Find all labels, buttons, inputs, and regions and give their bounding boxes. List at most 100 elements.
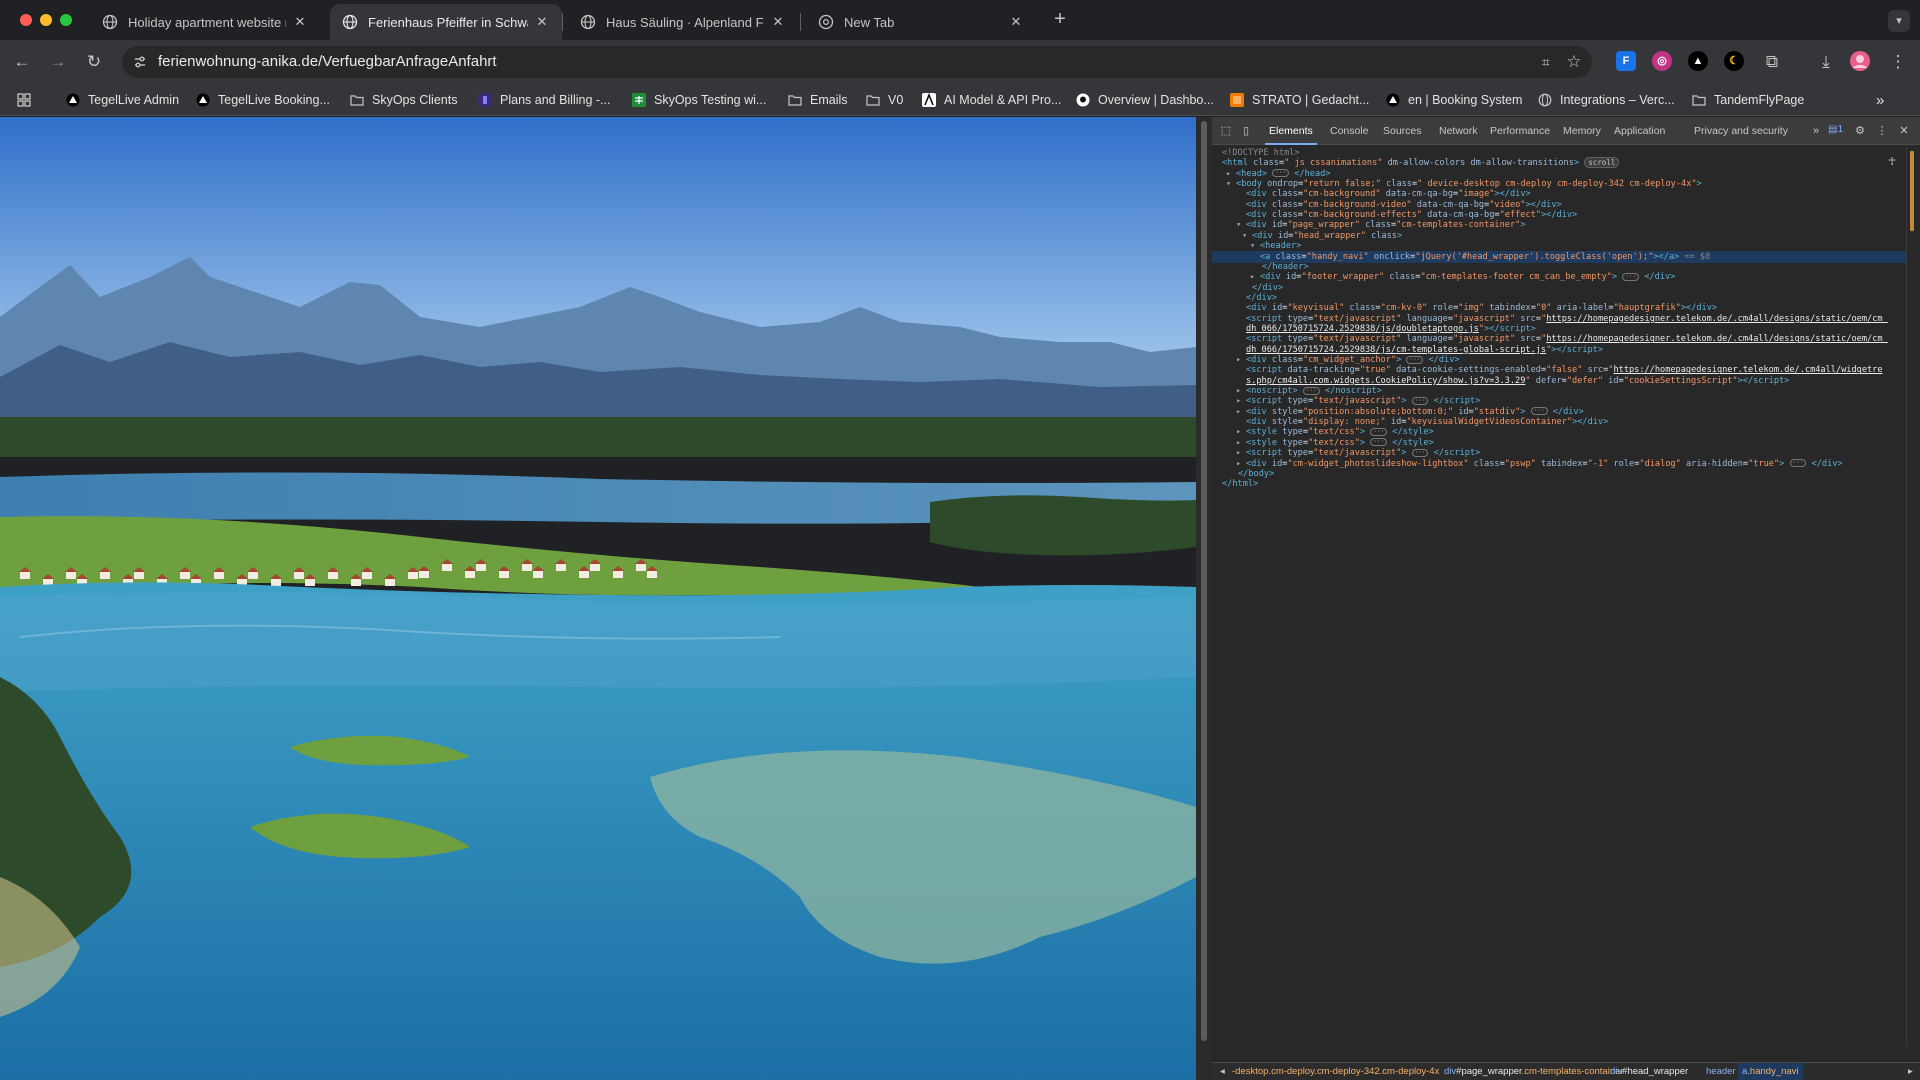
back-button[interactable]: ←	[10, 50, 34, 74]
close-devtools-icon[interactable]: ✕	[1896, 123, 1912, 139]
dom-node-line[interactable]: </html>	[1212, 478, 1906, 491]
breadcrumb-item[interactable]: div#head_wrapper	[1610, 1063, 1688, 1080]
download-icon[interactable]: ⤓	[1814, 50, 1838, 74]
bookmark-item[interactable]: TegelLive Admin	[66, 90, 179, 110]
bookmark-label: SkyOps Testing wi...	[654, 93, 767, 107]
globe-icon	[342, 14, 358, 30]
bookmarks-bar: TegelLive Admin TegelLive Booking... SkyOp…	[0, 84, 1920, 116]
tab-title: New Tab	[844, 14, 895, 30]
bookmark-item[interactable]: SkyOps Clients	[350, 90, 457, 110]
tab-search-button[interactable]: ▾	[1888, 10, 1910, 32]
extension-moon-icon[interactable]: ☾	[1724, 51, 1744, 71]
bookmark-item[interactable]: STRATO | Gedacht...	[1230, 90, 1369, 110]
bookmark-item[interactable]: SkyOps Testing wi...	[632, 90, 766, 110]
dom-tree-scrollbar[interactable]	[1906, 145, 1920, 1047]
inspect-element-icon[interactable]: ⬚	[1218, 123, 1234, 139]
triangle-icon	[1386, 93, 1400, 107]
extension-triangle-icon[interactable]: ▲	[1688, 51, 1708, 71]
devtools-menu-icon[interactable]: ⋮	[1874, 123, 1890, 139]
folder-icon	[350, 93, 364, 107]
extension-ring-icon[interactable]: ◎	[1652, 51, 1672, 71]
tab-ferienhaus-pfeiffer[interactable]: Ferienhaus Pfeiffer in Schwan ✕	[330, 4, 562, 40]
minimize-window-button[interactable]	[40, 14, 52, 26]
settings-gear-icon[interactable]: ⚙	[1852, 123, 1868, 139]
forward-button[interactable]: →	[46, 50, 70, 74]
lake-landscape-photo	[0, 117, 1196, 1080]
extensions-puzzle-icon[interactable]: ⧉	[1760, 50, 1784, 74]
bookmark-label: STRATO | Gedacht...	[1252, 93, 1370, 107]
breadcrumb-part: .handy_navi	[1747, 1066, 1799, 1077]
accessibility-icon[interactable]: ☥	[1888, 155, 1902, 169]
bookmark-item[interactable]: Plans and Billing -...	[478, 90, 610, 110]
bookmark-item[interactable]: TegelLive Booking...	[196, 90, 330, 110]
logo-a-icon	[922, 92, 936, 107]
profile-avatar[interactable]	[1848, 50, 1872, 74]
folder-icon	[788, 93, 802, 107]
tab-separator	[800, 13, 801, 31]
device-toolbar-icon[interactable]: ▯	[1238, 123, 1254, 139]
breadcrumb-part: .cm-templates-container	[1521, 1066, 1624, 1077]
browser-menu-icon[interactable]: ⋮	[1886, 50, 1910, 74]
address-bar[interactable]: ferienwohnung-anika.de/VerfuegbarAnfrage…	[122, 46, 1592, 78]
strato-icon	[1230, 93, 1244, 107]
bookmark-label: en | Booking System	[1408, 93, 1523, 107]
breadcrumb-scroll-left[interactable]: ◂	[1220, 1063, 1225, 1080]
extension-f-icon[interactable]: F	[1616, 51, 1636, 71]
stripe-icon	[478, 93, 492, 107]
devtools-resize-handle[interactable]	[1196, 117, 1212, 1080]
dom-tree[interactable]: <!DOCTYPE html> <html class=" js cssanima…	[1212, 145, 1906, 1047]
tab-separator	[562, 13, 563, 31]
close-tab-icon[interactable]: ✕	[292, 14, 308, 30]
bookmark-label: Overview | Dashbo...	[1098, 93, 1214, 107]
devtools-tab-memory[interactable]: Memory	[1563, 117, 1601, 145]
devtools-tab-console[interactable]: Console	[1330, 117, 1369, 145]
bookmark-label: Plans and Billing -...	[500, 93, 611, 107]
devtools-tab-network[interactable]: Network	[1439, 117, 1478, 145]
bookmark-item[interactable]: Overview | Dashbo...	[1076, 90, 1214, 110]
breadcrumb-item[interactable]: a.handy_navi	[1738, 1063, 1803, 1080]
devtools-tab-application[interactable]: Application	[1614, 117, 1665, 145]
bookmarks-overflow-button[interactable]: »	[1876, 90, 1884, 110]
bookmark-item[interactable]: TandemFlyPage	[1692, 90, 1804, 110]
browser-toolbar: ← → ↻ ferienwohnung-anika.de/VerfuegbarA…	[0, 40, 1920, 84]
tab-haus-saeuling[interactable]: Haus Säuling · Alpenland Feri ✕	[568, 4, 798, 40]
page-viewport	[0, 117, 1196, 1080]
breadcrumb: ◂ -desktop.cm-deploy.cm-deploy-342.cm-de…	[1212, 1062, 1920, 1080]
close-tab-icon[interactable]: ✕	[770, 14, 786, 30]
bookmark-item[interactable]: AI Model & API Pro...	[922, 90, 1061, 110]
tab-holiday-apartment[interactable]: Holiday apartment website re ✕	[90, 4, 320, 40]
bookmark-label: TegelLive Booking...	[218, 93, 330, 107]
tab-title: Ferienhaus Pfeiffer in Schwan	[368, 14, 528, 30]
issues-badge[interactable]: ▤1	[1828, 124, 1843, 135]
fullscreen-window-button[interactable]	[60, 14, 72, 26]
bookmark-item[interactable]: V0	[866, 90, 903, 110]
github-icon	[1076, 93, 1090, 107]
tab-new-tab[interactable]: New Tab ✕	[806, 4, 1036, 40]
close-tab-icon[interactable]: ✕	[534, 14, 550, 30]
reload-button[interactable]: ↻	[82, 50, 106, 74]
new-tab-button[interactable]: +	[1048, 8, 1072, 32]
breadcrumb-item[interactable]: header	[1706, 1063, 1736, 1080]
devtools-tab-elements[interactable]: Elements	[1265, 117, 1317, 145]
devtools-tab-sources[interactable]: Sources	[1383, 117, 1422, 145]
site-settings-icon[interactable]	[132, 54, 148, 70]
breadcrumb-item[interactable]: -desktop.cm-deploy.cm-deploy-342.cm-depl…	[1232, 1063, 1439, 1080]
bookmark-label: TegelLive Admin	[88, 93, 180, 107]
close-tab-icon[interactable]: ✕	[1008, 14, 1024, 30]
close-window-button[interactable]	[20, 14, 32, 26]
url-text: ferienwohnung-anika.de/VerfuegbarAnfrage…	[158, 53, 497, 70]
bookmark-item[interactable]: Integrations – Verc...	[1538, 90, 1675, 110]
breadcrumb-item[interactable]: div#page_wrapper.cm-templates-container	[1444, 1063, 1624, 1080]
translate-icon[interactable]: ⌗	[1534, 50, 1558, 74]
triangle-icon	[196, 93, 210, 107]
tab-title: Holiday apartment website re	[128, 14, 286, 30]
bookmark-item[interactable]: en | Booking System	[1386, 90, 1522, 110]
apps-grid-icon[interactable]	[16, 90, 32, 110]
bookmark-item[interactable]: Emails	[788, 90, 848, 110]
breadcrumb-scroll-right[interactable]: ▸	[1908, 1063, 1913, 1080]
devtools-tab-performance[interactable]: Performance	[1490, 117, 1550, 145]
bookmark-star-icon[interactable]: ☆	[1562, 50, 1586, 74]
tab-strip: Holiday apartment website re ✕ Ferienhau…	[0, 0, 1920, 40]
devtools-tab-privacy-and-security[interactable]: Privacy and security	[1694, 117, 1788, 145]
more-tabs-icon[interactable]: »	[1808, 123, 1824, 139]
